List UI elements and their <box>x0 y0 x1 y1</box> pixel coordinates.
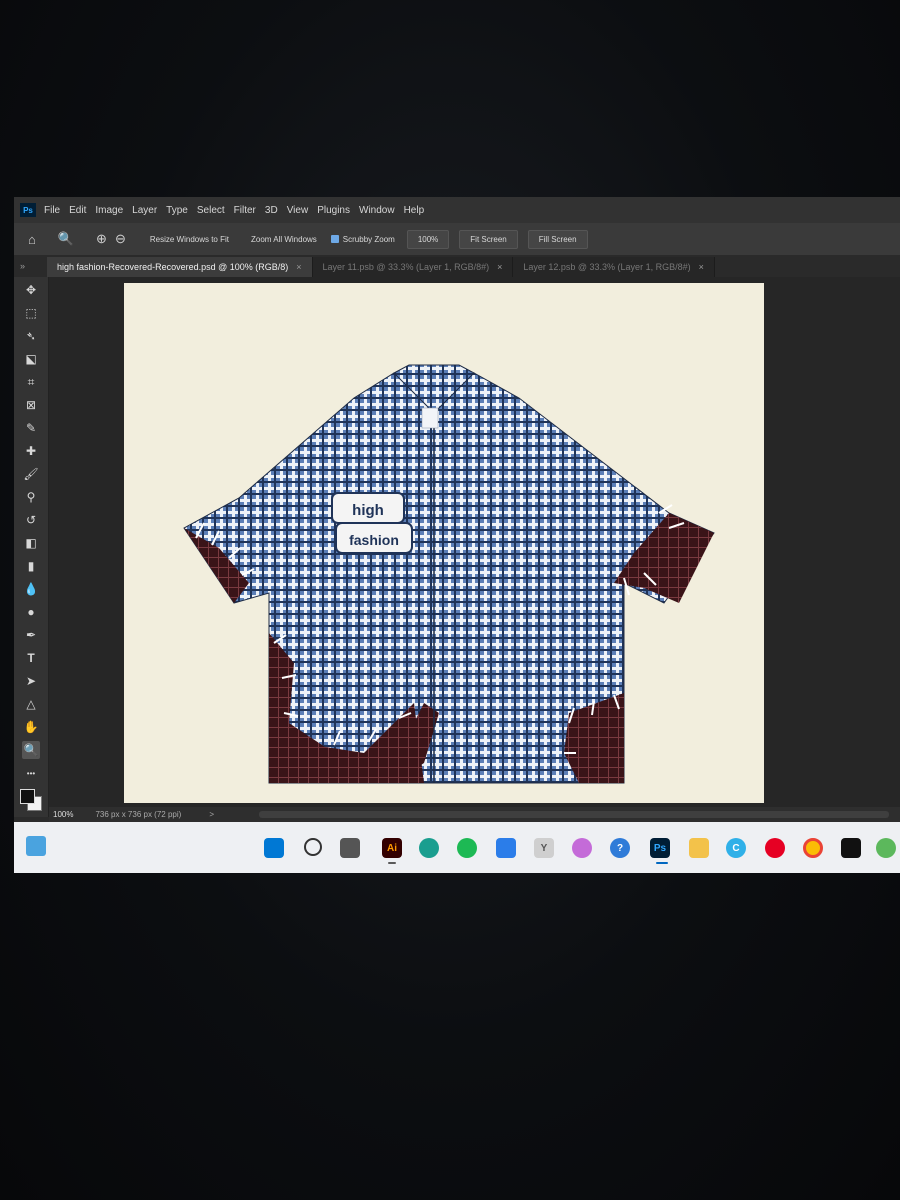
blur-tool-icon[interactable]: 💧 <box>22 580 40 598</box>
zoom-tool-preset-icon[interactable]: 🔍 <box>58 231 74 247</box>
scrubby-zoom-checkbox[interactable]: Scrubby Zoom <box>330 234 395 244</box>
tab-layer-12[interactable]: Layer 12.psb @ 33.3% (Layer 1, RGB/8#) × <box>513 257 715 277</box>
spotify-icon[interactable] <box>457 838 477 858</box>
chrome-icon[interactable] <box>803 838 823 858</box>
patch-text-line2: fashion <box>349 532 399 548</box>
tab-title: Layer 12.psb @ 33.3% (Layer 1, RGB/8#) <box>523 262 691 272</box>
eraser-tool-icon[interactable]: ◧ <box>22 534 40 552</box>
status-menu-arrow-icon[interactable]: > <box>209 810 214 819</box>
tab-title: high fashion-Recovered-Recovered.psd @ 1… <box>57 262 289 272</box>
menu-bar: Ps File Edit Image Layer Type Select Fil… <box>14 197 900 223</box>
crop-tool-icon[interactable]: ⌗ <box>22 373 40 391</box>
screen: Ps File Edit Image Layer Type Select Fil… <box>14 197 900 873</box>
active-indicator <box>656 862 668 864</box>
menu-edit[interactable]: Edit <box>69 205 86 216</box>
zoom-out-icon[interactable]: ⊖ <box>115 231 126 247</box>
frame-tool-icon[interactable]: ⊠ <box>22 396 40 414</box>
menu-help[interactable]: Help <box>404 205 425 216</box>
status-bar: 100% 736 px x 736 px (72 ppi) > <box>49 807 900 822</box>
utorrent-icon[interactable] <box>876 838 896 858</box>
zoom-100-button[interactable]: 100% <box>406 229 450 249</box>
close-icon[interactable]: × <box>296 262 301 272</box>
options-bar: ⌂ 🔍 ⊕ ⊖ Resize Windows to Fit Zoom All W… <box>14 223 900 256</box>
menu-image[interactable]: Image <box>95 205 123 216</box>
stamp-tool-icon[interactable]: ⚲ <box>22 488 40 506</box>
zoom-in-icon[interactable]: ⊕ <box>96 231 107 247</box>
patch-text-line1: high <box>352 502 384 519</box>
home-icon[interactable]: ⌂ <box>28 232 36 247</box>
hexagon-app-icon[interactable] <box>841 838 861 858</box>
pen-tool-icon[interactable]: ✒ <box>22 626 40 644</box>
more-tools-icon[interactable]: ••• <box>22 764 40 782</box>
yahoo-icon[interactable]: Y <box>534 838 554 858</box>
menu-window[interactable]: Window <box>359 205 395 216</box>
zoom-tool-icon[interactable]: 🔍 <box>22 741 40 759</box>
photoshop-taskbar-icon[interactable]: Ps <box>650 838 670 858</box>
file-explorer-icon[interactable] <box>689 838 709 858</box>
menu-filter[interactable]: Filter <box>234 205 256 216</box>
fit-screen-button[interactable]: Fit Screen <box>459 229 518 249</box>
running-indicator <box>388 862 396 864</box>
close-icon[interactable]: × <box>699 262 704 272</box>
zoom-level-field[interactable]: 100% <box>53 810 73 819</box>
object-select-tool-icon[interactable]: ⬕ <box>22 350 40 368</box>
menu-select[interactable]: Select <box>197 205 225 216</box>
windows-taskbar: Ai Y ? Ps C <box>14 822 900 873</box>
widgets-icon[interactable] <box>26 836 46 856</box>
menu-plugins[interactable]: Plugins <box>317 205 350 216</box>
foreground-color-swatch[interactable] <box>20 789 35 804</box>
menu-layer[interactable]: Layer <box>132 205 157 216</box>
menu-file[interactable]: File <box>44 205 60 216</box>
pinterest-icon[interactable] <box>765 838 785 858</box>
search-icon[interactable] <box>304 838 322 856</box>
shape-tool-icon[interactable]: △ <box>22 695 40 713</box>
document-canvas[interactable]: high fashion <box>124 283 764 803</box>
task-view-icon[interactable] <box>340 838 360 858</box>
path-select-tool-icon[interactable]: ➤ <box>22 672 40 690</box>
eyedropper-tool-icon[interactable]: ✎ <box>22 419 40 437</box>
healing-tool-icon[interactable]: ✚ <box>22 442 40 460</box>
menu-view[interactable]: View <box>287 205 309 216</box>
type-tool-icon[interactable]: T <box>22 649 40 667</box>
help-icon[interactable]: ? <box>610 838 630 858</box>
scrubby-zoom-label: Scrubby Zoom <box>342 234 395 244</box>
zoom-all-windows-label[interactable]: Zoom All Windows <box>251 235 317 244</box>
document-info: 736 px x 736 px (72 ppi) <box>95 810 182 819</box>
history-brush-tool-icon[interactable]: ↺ <box>22 511 40 529</box>
gradient-tool-icon[interactable]: ▮ <box>22 557 40 575</box>
brush-tool-icon[interactable]: 🖌 <box>22 465 40 483</box>
lasso-tool-icon[interactable]: ➴ <box>22 327 40 345</box>
menu-3d[interactable]: 3D <box>265 205 278 216</box>
document-tabs: » high fashion-Recovered-Recovered.psd @… <box>14 255 900 277</box>
horizontal-scrollbar[interactable] <box>259 811 889 818</box>
resize-windows-checkbox-label[interactable]: Resize Windows to Fit <box>150 235 229 244</box>
toolbar-collapse-icon[interactable]: » <box>20 261 25 271</box>
illustrator-icon[interactable]: Ai <box>382 838 402 858</box>
tools-panel: ✥ ⬚ ➴ ⬕ ⌗ ⊠ ✎ ✚ 🖌 ⚲ ↺ ◧ ▮ 💧 ● ✒ T ➤ △ ✋ … <box>14 277 49 817</box>
close-icon[interactable]: × <box>497 262 502 272</box>
tab-high-fashion[interactable]: high fashion-Recovered-Recovered.psd @ 1… <box>47 257 313 277</box>
hand-tool-icon[interactable]: ✋ <box>22 718 40 736</box>
canvas-workspace[interactable]: high fashion <box>49 277 900 807</box>
store-icon[interactable] <box>496 838 516 858</box>
menu-type[interactable]: Type <box>166 205 188 216</box>
move-tool-icon[interactable]: ✥ <box>22 281 40 299</box>
dodge-tool-icon[interactable]: ● <box>22 603 40 621</box>
fill-screen-button[interactable]: Fill Screen <box>527 229 588 249</box>
tab-layer-11[interactable]: Layer 11.psb @ 33.3% (Layer 1, RGB/8#) × <box>312 257 514 277</box>
tab-title: Layer 11.psb @ 33.3% (Layer 1, RGB/8#) <box>322 262 490 272</box>
checkbox-icon <box>330 235 339 244</box>
copilot-icon[interactable] <box>572 838 592 858</box>
edge-icon[interactable] <box>419 838 439 858</box>
shirt-artwork: high fashion <box>183 364 715 784</box>
marquee-tool-icon[interactable]: ⬚ <box>22 304 40 322</box>
app-c-icon[interactable]: C <box>726 838 746 858</box>
windows-start-icon[interactable] <box>264 838 284 858</box>
photoshop-logo-icon: Ps <box>20 203 36 217</box>
